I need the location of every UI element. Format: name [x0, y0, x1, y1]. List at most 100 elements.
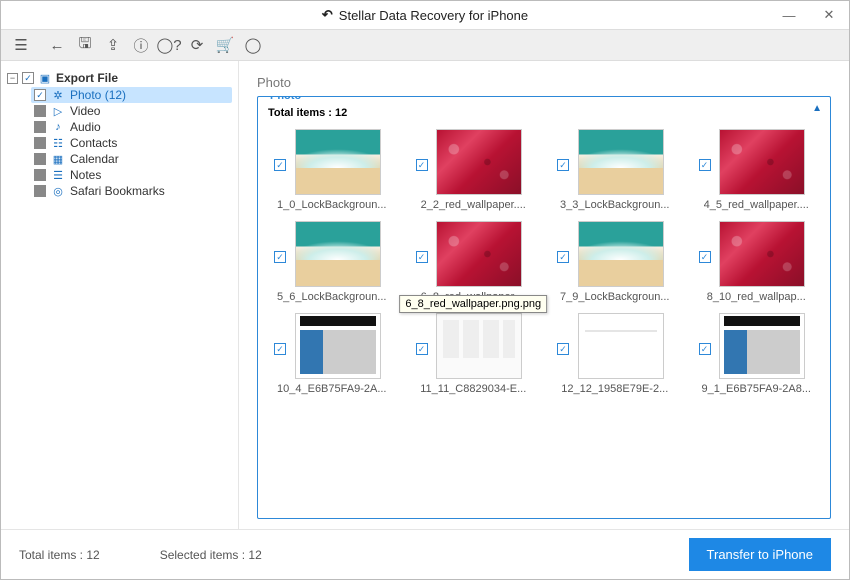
- file-checkbox[interactable]: ✓: [699, 251, 711, 263]
- thumbnail[interactable]: [719, 313, 805, 379]
- file-item[interactable]: ✓10_4_E6B75FA9-2A...: [268, 309, 396, 395]
- chevron-up-icon[interactable]: ▲: [812, 103, 822, 114]
- thumbnail[interactable]: [719, 129, 805, 195]
- file-name: 12_12_1958E79E-2...: [561, 383, 668, 395]
- app-icon: ↶: [322, 7, 333, 23]
- safari-icon: ◎: [51, 185, 65, 198]
- export-icon[interactable]: ⇪: [101, 33, 125, 57]
- breadcrumb: Photo: [257, 75, 831, 90]
- checkbox[interactable]: [34, 137, 46, 149]
- file-item[interactable]: ✓3_3_LockBackgroun...: [551, 125, 679, 211]
- minimize-button[interactable]: —: [769, 1, 809, 29]
- thumbnail[interactable]: [578, 221, 664, 287]
- checkbox[interactable]: ✓: [34, 89, 46, 101]
- transfer-button[interactable]: Transfer to iPhone: [689, 538, 831, 571]
- file-name: 5_6_LockBackgroun...: [277, 291, 386, 303]
- sidebar-item-photo[interactable]: ✓ ✲ Photo (12): [31, 87, 232, 103]
- sidebar-item-audio[interactable]: ♪Audio: [31, 119, 232, 135]
- sidebar-item-label: Photo (12): [70, 88, 126, 102]
- file-name: 8_10_red_wallpap...: [707, 291, 806, 303]
- sidebar-item-label: Contacts: [70, 136, 117, 150]
- file-name: 2_2_red_wallpaper....: [421, 199, 526, 211]
- file-item[interactable]: ✓ 2_2_red_wallpaper....: [410, 125, 538, 211]
- audio-icon: ♪: [51, 121, 65, 133]
- content: Photo Photo ▲ Total items : 12 ✓1_0_Lock…: [239, 61, 849, 529]
- thumbnail[interactable]: [436, 221, 522, 287]
- sidebar: − ✓ ▣ Export File ✓ ✲ Photo (12) ▷ Video♪Aud…: [1, 61, 239, 529]
- file-item[interactable]: ✓ 9_1_E6B75FA9-2A8...: [693, 309, 821, 395]
- thumbnail[interactable]: [436, 129, 522, 195]
- menu-button[interactable]: ☰: [9, 33, 33, 57]
- save-icon[interactable]: 🖫: [73, 33, 97, 57]
- file-checkbox[interactable]: ✓: [557, 159, 569, 171]
- sidebar-item-label: Notes: [70, 168, 101, 182]
- file-item[interactable]: ✓6_8_red_wallpaper....6_8_red_wallpaper.…: [410, 217, 538, 303]
- collapse-icon[interactable]: −: [7, 73, 18, 84]
- panel-title: Photo: [266, 96, 305, 102]
- checkbox[interactable]: [34, 169, 46, 181]
- panel: Photo ▲ Total items : 12 ✓1_0_LockBackgr…: [257, 96, 831, 519]
- calendar-icon: ▦: [51, 153, 65, 166]
- sidebar-item-label: Calendar: [70, 152, 119, 166]
- help-icon[interactable]: ◯?: [157, 33, 181, 57]
- sidebar-item-notes[interactable]: ☰ Notes: [31, 167, 232, 183]
- file-name: 4_5_red_wallpaper....: [704, 199, 809, 211]
- footer: Total items : 12 Selected items : 12 Tra…: [1, 529, 849, 579]
- checkbox[interactable]: [34, 121, 46, 133]
- file-checkbox[interactable]: ✓: [699, 159, 711, 171]
- folder-icon: ▣: [38, 72, 52, 85]
- window-title: Stellar Data Recovery for iPhone: [339, 8, 528, 23]
- user-icon[interactable]: ◯: [241, 33, 265, 57]
- thumbnail[interactable]: [436, 313, 522, 379]
- file-checkbox[interactable]: ✓: [557, 251, 569, 263]
- back-button[interactable]: ←: [45, 33, 69, 57]
- refresh-icon[interactable]: ⟳: [185, 33, 209, 57]
- sidebar-item-contacts[interactable]: ☷ Contacts: [31, 135, 232, 151]
- contacts-icon: ☷: [51, 137, 65, 150]
- file-checkbox[interactable]: ✓: [274, 159, 286, 171]
- thumbnail[interactable]: [295, 129, 381, 195]
- file-item[interactable]: ✓ 12_12_1958E79E-2...: [551, 309, 679, 395]
- file-item[interactable]: ✓ 7_9_LockBackgroun...: [551, 217, 679, 303]
- photo-icon: ✲: [51, 89, 65, 102]
- total-items-label: Total items : 12: [268, 107, 820, 119]
- file-name: 9_1_E6B75FA9-2A8...: [702, 383, 811, 395]
- file-checkbox[interactable]: ✓: [557, 343, 569, 355]
- root-checkbox[interactable]: ✓: [22, 72, 34, 84]
- file-checkbox[interactable]: ✓: [416, 343, 428, 355]
- sidebar-item-label: Safari Bookmarks: [70, 184, 165, 198]
- sidebar-item-safari[interactable]: ◎ Safari Bookmarks: [31, 183, 232, 199]
- file-item[interactable]: ✓ 4_5_red_wallpaper....: [693, 125, 821, 211]
- file-checkbox[interactable]: ✓: [274, 343, 286, 355]
- footer-total: Total items : 12: [19, 548, 100, 562]
- thumbnail[interactable]: [578, 129, 664, 195]
- close-button[interactable]: ✕: [809, 1, 849, 29]
- file-checkbox[interactable]: ✓: [416, 251, 428, 263]
- info-icon[interactable]: ⓘ: [129, 33, 153, 57]
- sidebar-item-video[interactable]: ▷ Video: [31, 103, 232, 119]
- file-checkbox[interactable]: ✓: [274, 251, 286, 263]
- file-item[interactable]: ✓1_0_LockBackgroun...: [268, 125, 396, 211]
- file-item[interactable]: ✓ 5_6_LockBackgroun...: [268, 217, 396, 303]
- file-checkbox[interactable]: ✓: [699, 343, 711, 355]
- root-label: Export File: [56, 71, 118, 85]
- thumbnail[interactable]: [578, 313, 664, 379]
- tree-root[interactable]: − ✓ ▣ Export File: [7, 71, 232, 85]
- thumbnail[interactable]: [719, 221, 805, 287]
- sidebar-item-calendar[interactable]: ▦ Calendar: [31, 151, 232, 167]
- sidebar-item-label: Video: [70, 104, 100, 118]
- toolbar: ☰ ← 🖫 ⇪ ⓘ ◯? ⟳ 🛒 ◯: [1, 29, 849, 61]
- cart-icon[interactable]: 🛒: [213, 33, 237, 57]
- file-checkbox[interactable]: ✓: [416, 159, 428, 171]
- checkbox[interactable]: [34, 153, 46, 165]
- checkbox[interactable]: [34, 185, 46, 197]
- checkbox[interactable]: [34, 105, 46, 117]
- file-name: 7_9_LockBackgroun...: [560, 291, 669, 303]
- footer-selected: Selected items : 12: [160, 548, 262, 562]
- file-item[interactable]: ✓ 8_10_red_wallpap...: [693, 217, 821, 303]
- thumbnail[interactable]: [295, 313, 381, 379]
- file-item[interactable]: ✓11_11_C8829034-E...: [410, 309, 538, 395]
- thumbnail[interactable]: [295, 221, 381, 287]
- video-icon: ▷: [51, 105, 65, 118]
- notes-icon: ☰: [51, 169, 65, 182]
